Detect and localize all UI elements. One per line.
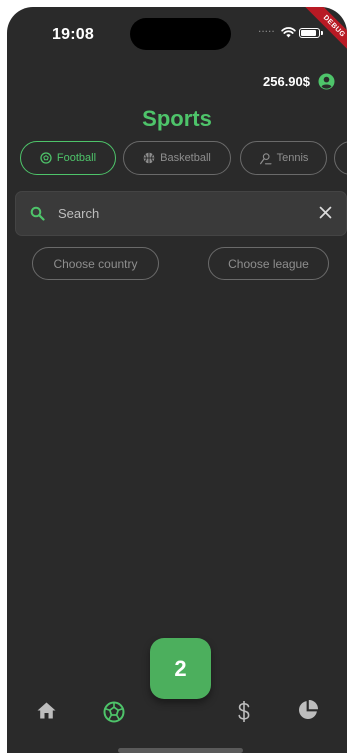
- tab-tennis-label: Tennis: [276, 152, 309, 164]
- tab-tennis[interactable]: Tennis: [240, 141, 327, 175]
- fab-button[interactable]: 2: [150, 638, 211, 699]
- soccer-ball-icon: [40, 152, 52, 164]
- soccer-ball-icon[interactable]: [103, 701, 125, 723]
- basketball-icon: [143, 152, 155, 164]
- home-indicator: [118, 748, 243, 753]
- profile-icon[interactable]: [318, 73, 335, 90]
- signal-icon: .....: [258, 21, 275, 35]
- search-placeholder: Search: [58, 206, 100, 221]
- dynamic-island: [130, 18, 231, 50]
- app-screen: 19:08 ..... DEBUG 256.90$ Sports Footbal…: [7, 7, 347, 753]
- battery-icon: [299, 28, 320, 38]
- tab-basketball-label: Basketball: [160, 152, 211, 164]
- tab-football[interactable]: Football: [20, 141, 116, 175]
- pie-chart-icon[interactable]: [298, 700, 318, 720]
- wifi-icon: [281, 27, 296, 38]
- dollar-icon[interactable]: [238, 700, 250, 723]
- search-input[interactable]: Search: [15, 191, 347, 236]
- search-icon: [30, 206, 45, 221]
- page-title: Sports: [142, 106, 212, 131]
- battery-tip: [321, 31, 323, 35]
- tab-basketball[interactable]: Basketball: [123, 141, 231, 175]
- tab-more[interactable]: [334, 141, 347, 175]
- choose-country-button[interactable]: Choose country: [32, 247, 159, 280]
- tab-football-label: Football: [56, 152, 97, 164]
- home-icon[interactable]: [37, 702, 56, 719]
- close-icon[interactable]: [319, 206, 332, 219]
- choose-league-button[interactable]: Choose league: [208, 247, 329, 280]
- tennis-player-icon: [259, 152, 272, 164]
- status-time: 19:08: [52, 26, 94, 43]
- balance-amount: 256.90$: [263, 74, 310, 89]
